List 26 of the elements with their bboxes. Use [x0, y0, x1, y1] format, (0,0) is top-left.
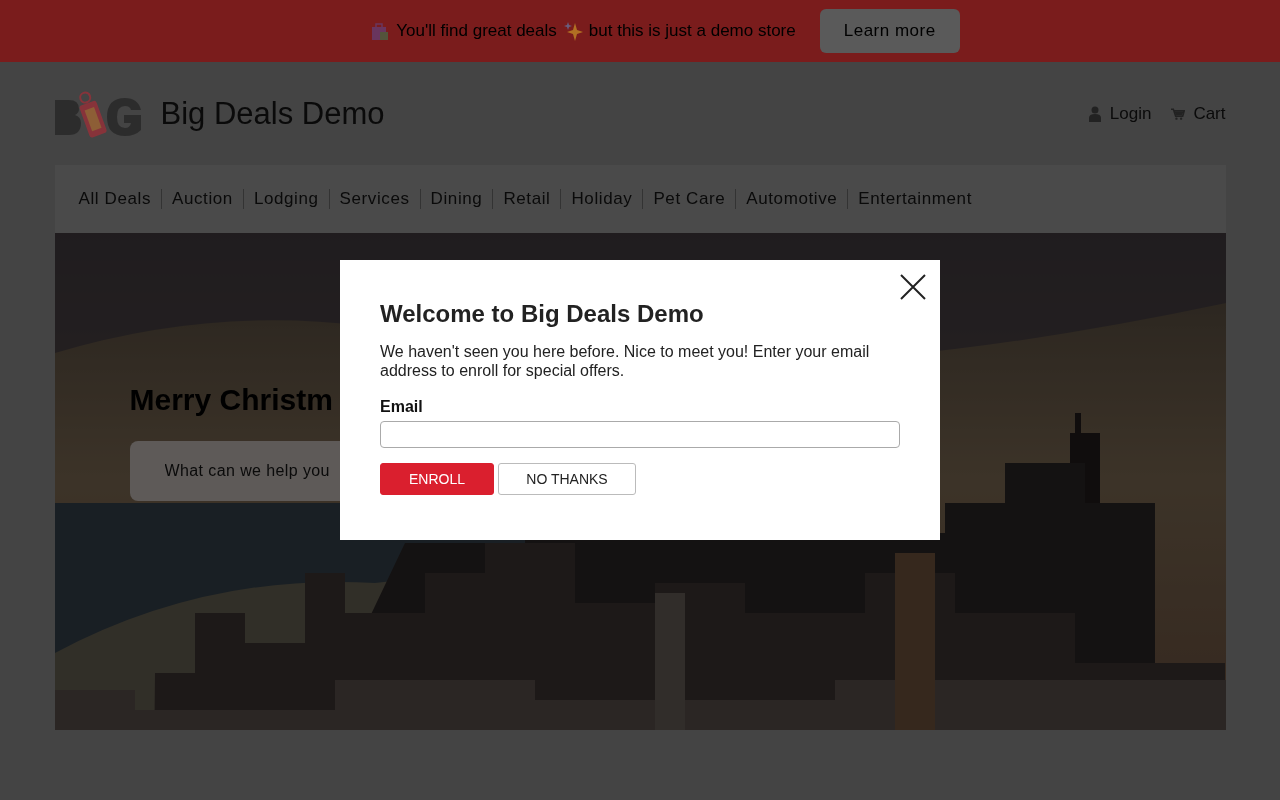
learn-more-button[interactable]: Learn more — [819, 9, 960, 53]
login-link[interactable]: Login — [1087, 103, 1152, 124]
nav-link[interactable]: Retail — [493, 189, 561, 209]
no-thanks-button[interactable]: NO THANKS — [498, 463, 636, 495]
nav-link[interactable]: Lodging — [243, 189, 329, 209]
site-title: Big Deals Demo — [160, 95, 385, 132]
dialog-title: Welcome to Big Deals Demo — [380, 300, 705, 328]
nav-link[interactable]: Automotive — [736, 189, 848, 209]
nav-link[interactable]: Auction — [162, 189, 243, 209]
banner-text: but this is just a demo store — [588, 21, 796, 41]
banner-text: You'll find great deals — [396, 21, 557, 41]
close-icon[interactable] — [900, 274, 926, 300]
cart-link[interactable]: Cart — [1171, 103, 1226, 124]
nav-link[interactable]: Entertainment — [848, 189, 982, 209]
nav-link[interactable]: Services — [329, 189, 420, 209]
dialog-message: We haven't seen you here before. Nice to meet you! Enter your email address to enroll for special offers. — [380, 342, 871, 380]
nav-link[interactable]: Dining — [420, 189, 493, 209]
email-field[interactable] — [380, 421, 900, 448]
email-label: Email — [380, 398, 424, 416]
nav-link[interactable]: Pet Care — [643, 189, 736, 209]
enroll-button[interactable]: ENROLL — [380, 463, 494, 495]
shopping-bag-icon — [370, 21, 391, 41]
search-field[interactable]: What can we help you — [129, 441, 340, 501]
nav-link[interactable]: Holiday — [561, 189, 643, 209]
nav-link[interactable]: All Deals — [68, 189, 161, 209]
person-icon — [1087, 105, 1102, 122]
